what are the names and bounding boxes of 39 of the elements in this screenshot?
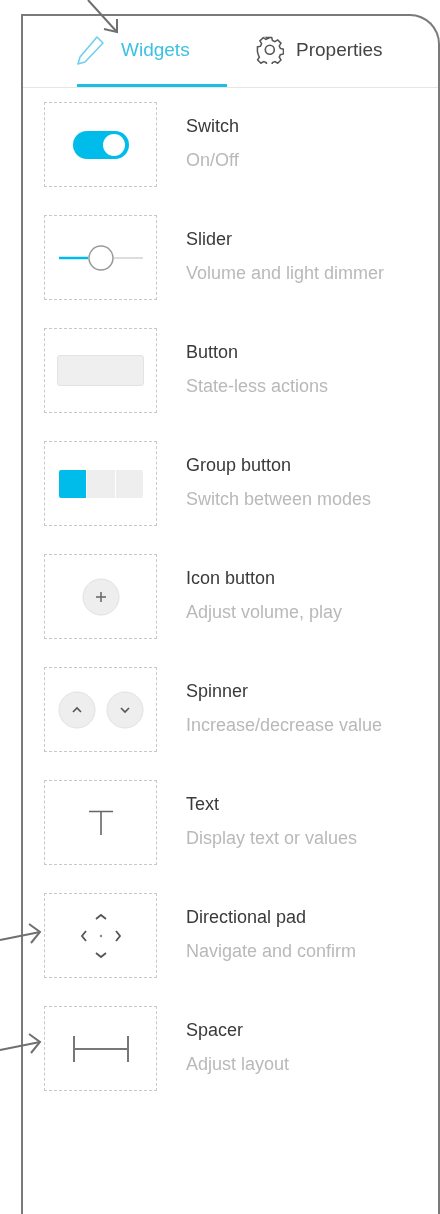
widget-description: Increase/decrease value bbox=[186, 714, 383, 737]
widget-title: Group button bbox=[186, 454, 293, 477]
widget-title: Icon button bbox=[186, 567, 277, 590]
widget-title: Text bbox=[186, 793, 220, 816]
widget-tile[interactable] bbox=[44, 554, 157, 639]
tab[interactable]: Properties bbox=[256, 16, 383, 87]
widget-title: Switch bbox=[186, 115, 239, 138]
down-button-icon bbox=[105, 690, 144, 729]
widget-title: Button bbox=[186, 341, 240, 364]
widget-tile[interactable] bbox=[44, 215, 157, 300]
gear-icon bbox=[256, 36, 284, 64]
widget-tile[interactable] bbox=[44, 780, 157, 865]
text-icon bbox=[87, 809, 114, 836]
widget-title: Spacer bbox=[186, 1019, 245, 1042]
spacer-icon bbox=[72, 1034, 129, 1063]
toggle-switch-icon bbox=[71, 129, 130, 160]
widget-description: Volume and light dimmer bbox=[186, 262, 385, 285]
widget-description: Display text or values bbox=[186, 827, 358, 850]
widget-tile[interactable] bbox=[44, 667, 157, 752]
widget-description: Adjust layout bbox=[186, 1053, 290, 1076]
widget-tile[interactable] bbox=[44, 102, 157, 187]
directional-pad-icon bbox=[79, 912, 122, 959]
slider-icon bbox=[57, 242, 144, 273]
widget-description: Switch between modes bbox=[186, 488, 372, 511]
up-button-icon bbox=[57, 690, 96, 729]
widget-tile[interactable] bbox=[44, 893, 157, 978]
plus-button-icon bbox=[81, 577, 120, 616]
widget-description: Adjust volume, play bbox=[186, 601, 343, 624]
widget-description: Navigate and confirm bbox=[186, 940, 357, 963]
widget-description: On/Off bbox=[186, 149, 239, 172]
widget-description: State-less actions bbox=[186, 375, 329, 398]
group-button-icon bbox=[57, 468, 144, 499]
widget-title: Directional pad bbox=[186, 906, 308, 929]
widget-tile[interactable] bbox=[44, 328, 157, 413]
pencil-icon bbox=[77, 35, 105, 65]
widget-title: Spinner bbox=[186, 680, 250, 703]
widget-title: Slider bbox=[186, 228, 234, 251]
widget-tile[interactable] bbox=[44, 1006, 157, 1091]
widget-tile[interactable] bbox=[44, 441, 157, 526]
